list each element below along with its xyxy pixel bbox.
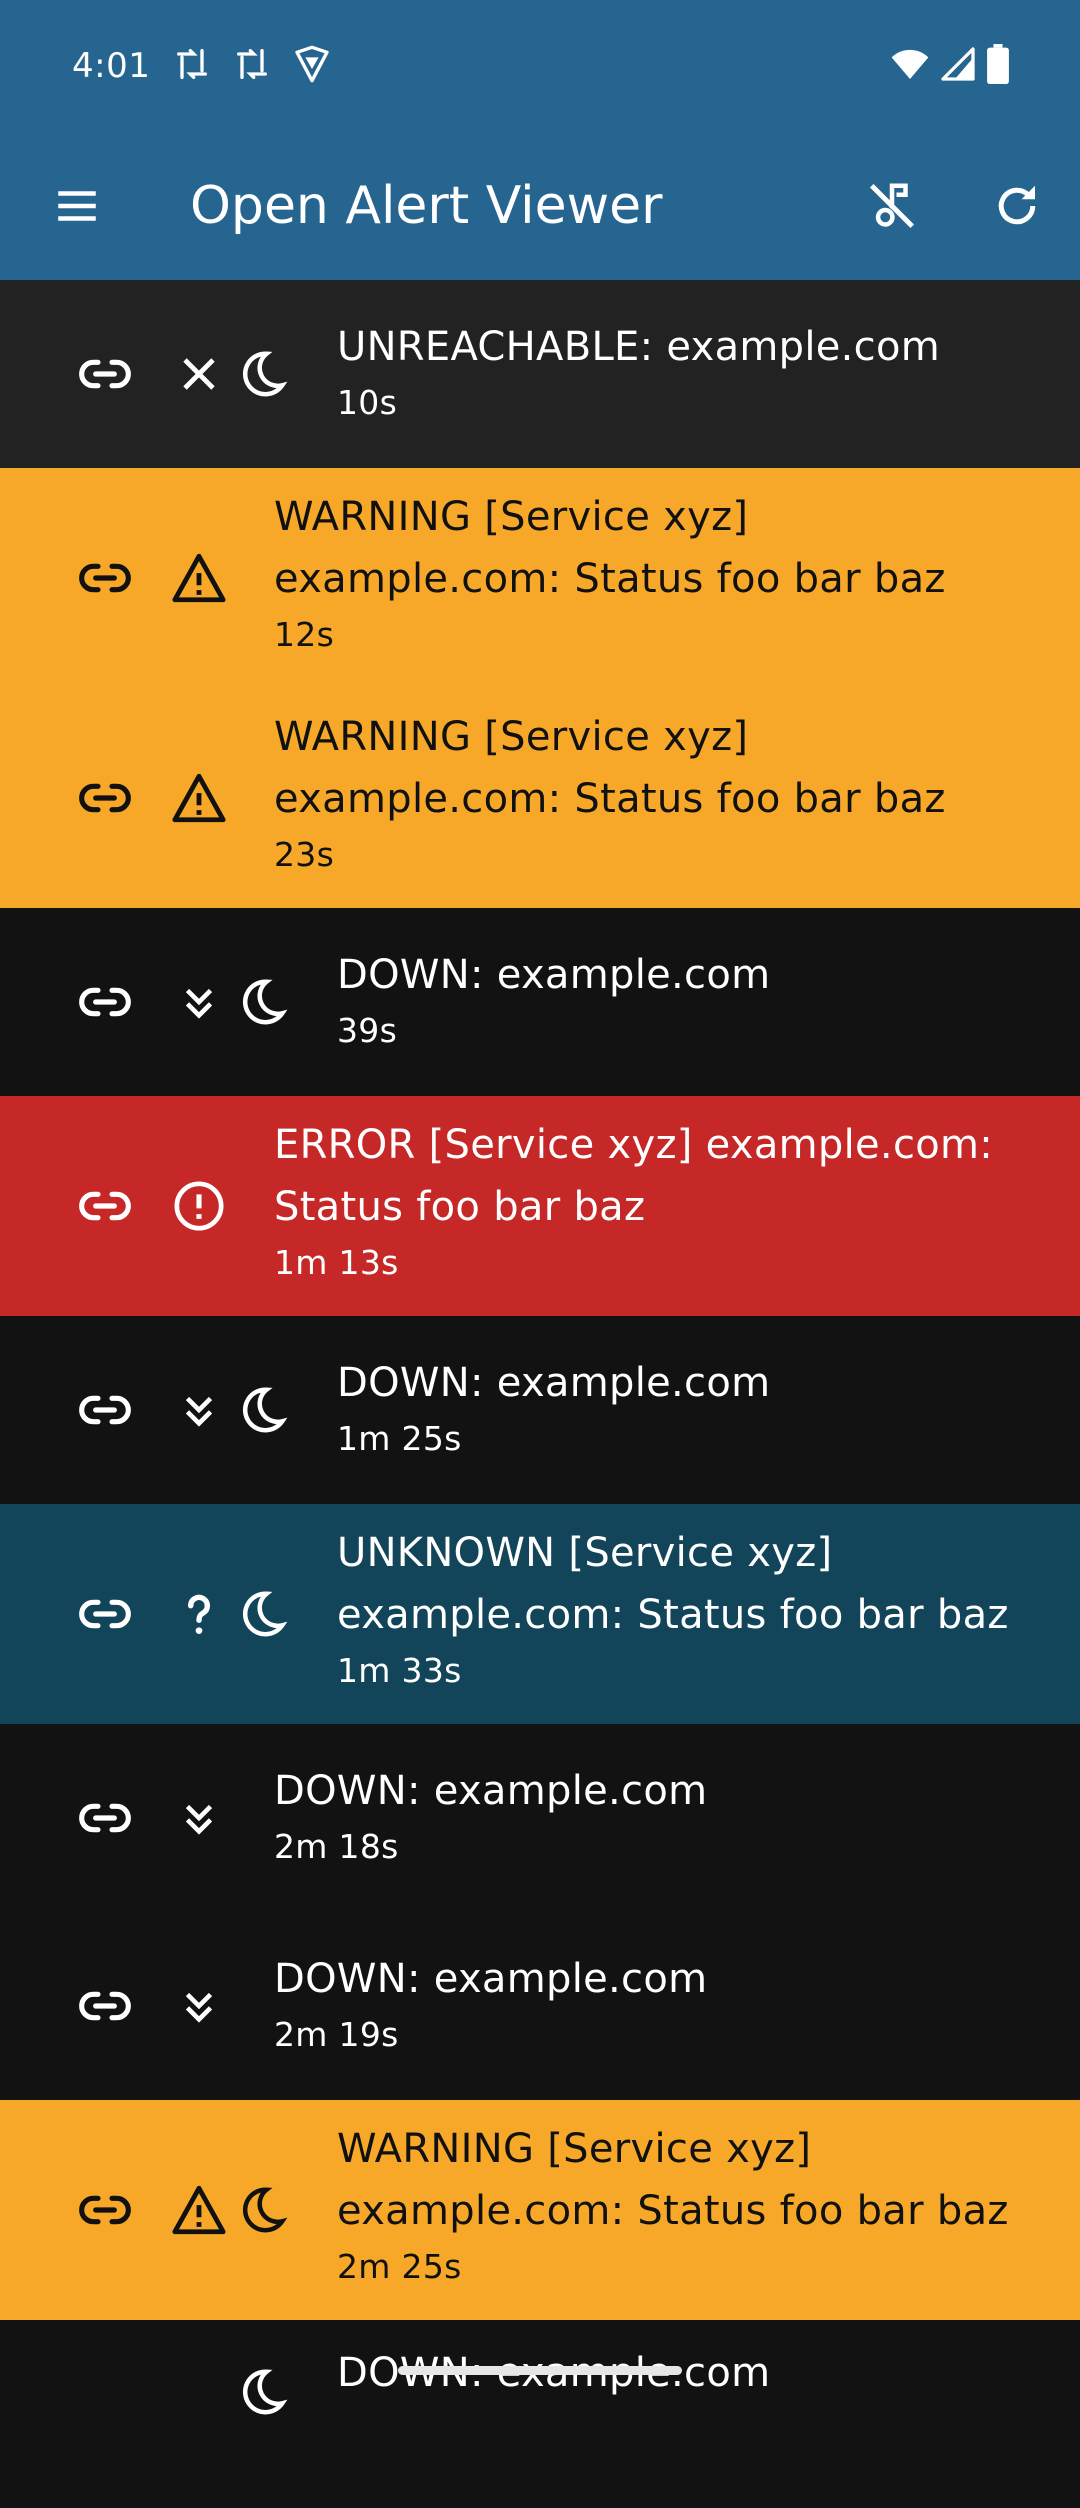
alert-text: DOWN: example.com 2m 18s	[274, 1760, 1040, 1872]
link-icon[interactable]	[75, 2180, 135, 2240]
alert-message: DOWN: example.com	[337, 1360, 771, 1406]
error-circle-icon	[167, 1174, 231, 1238]
alert-text: DOWN: example.com 1m 25s	[337, 1352, 1040, 1464]
alert-text: WARNING [Service xyz] example.com: Statu…	[274, 706, 1040, 880]
alert-row-warning[interactable]: WARNING [Service xyz] example.com: Statu…	[0, 468, 1080, 688]
alert-message: DOWN: example.com	[274, 1768, 708, 1814]
music-off-icon	[869, 183, 915, 229]
alert-message-line: example.com: Status foo bar baz	[274, 776, 946, 822]
alert-age: 23s	[274, 835, 335, 874]
alert-message-line: WARNING [Service xyz]	[274, 714, 749, 760]
warning-icon	[167, 2178, 231, 2242]
home-indicator[interactable]	[398, 2366, 682, 2375]
link-icon[interactable]	[75, 972, 135, 1032]
warning-icon	[167, 766, 231, 830]
alert-text: UNKNOWN [Service xyz] example.com: Statu…	[337, 1522, 1040, 1696]
alert-message-line: Status foo bar baz	[274, 1184, 646, 1230]
alert-row-warning[interactable]: WARNING [Service xyz] example.com: Statu…	[0, 2100, 1080, 2320]
alert-age: 1m 13s	[274, 1243, 399, 1282]
link-icon[interactable]	[75, 1380, 135, 1440]
alert-row-down[interactable]: DOWN: example.com 39s	[0, 908, 1080, 1096]
alert-row-down[interactable]: DOWN: example.com 2m 19s	[0, 1912, 1080, 2100]
alert-message-line: WARNING [Service xyz]	[274, 494, 749, 540]
moon-icon	[230, 970, 294, 1034]
alert-row-down[interactable]: DOWN: example.com 1m 25s	[0, 1316, 1080, 1504]
alert-age: 2m 18s	[274, 1827, 399, 1866]
alert-row-unknown[interactable]: UNKNOWN [Service xyz] example.com: Statu…	[0, 1504, 1080, 1724]
alert-age: 39s	[337, 1011, 398, 1050]
alert-text: WARNING [Service xyz] example.com: Statu…	[274, 486, 1040, 660]
alert-age: 1m 33s	[337, 1651, 462, 1690]
link-icon[interactable]	[75, 344, 135, 404]
link-icon[interactable]	[75, 1584, 135, 1644]
alert-age: 2m 19s	[274, 2015, 399, 2054]
menu-icon	[58, 191, 96, 221]
alert-age: 2m 25s	[337, 2247, 462, 2286]
link-icon[interactable]	[75, 1176, 135, 1236]
alert-row-down[interactable]: DOWN: example.com	[0, 2320, 1080, 2508]
alert-row-error[interactable]: ERROR [Service xyz] example.com: Status …	[0, 1096, 1080, 1316]
double-chevron-down-icon	[167, 1378, 231, 1442]
app-bar: Open Alert Viewer	[0, 132, 1080, 280]
alert-age: 10s	[337, 383, 398, 422]
alert-row-down[interactable]: DOWN: example.com 2m 18s	[0, 1724, 1080, 1912]
alert-message: UNREACHABLE: example.com	[337, 324, 941, 370]
menu-button[interactable]	[40, 169, 114, 243]
alert-age: 12s	[274, 615, 335, 654]
alert-message-line: example.com: Status foo bar baz	[337, 2188, 1009, 2234]
alert-message: DOWN: example.com	[274, 1956, 708, 2002]
moon-icon	[230, 1378, 294, 1442]
status-icons-right	[890, 44, 1010, 88]
alert-text: WARNING [Service xyz] example.com: Statu…	[337, 2118, 1040, 2292]
alert-message-line: example.com: Status foo bar baz	[274, 556, 946, 602]
alert-text: DOWN: example.com 39s	[337, 944, 1040, 1056]
alert-message-line: example.com: Status foo bar baz	[337, 1592, 1009, 1638]
refresh-button[interactable]	[980, 169, 1054, 243]
link-icon[interactable]	[75, 1788, 135, 1848]
signal-icon	[940, 46, 976, 86]
refresh-icon	[998, 185, 1036, 225]
status-bar: 4:01	[0, 0, 1080, 132]
alert-row-unreachable[interactable]: UNREACHABLE: example.com 10s	[0, 280, 1080, 468]
alert-text: DOWN: example.com 2m 19s	[274, 1948, 1040, 2060]
question-icon	[167, 1582, 231, 1646]
alert-message: DOWN: example.com	[337, 952, 771, 998]
alert-message-line: WARNING [Service xyz]	[337, 2126, 812, 2172]
sync-icon	[172, 44, 212, 88]
link-icon[interactable]	[75, 548, 135, 608]
alert-message-line: ERROR [Service xyz] example.com:	[274, 1122, 994, 1168]
alert-age: 1m 25s	[337, 1419, 462, 1458]
link-icon[interactable]	[75, 768, 135, 828]
link-icon[interactable]	[75, 1976, 135, 2036]
warning-icon	[167, 546, 231, 610]
moon-icon	[230, 1582, 294, 1646]
vpn-shield-icon	[292, 44, 332, 88]
moon-icon	[230, 2178, 294, 2242]
app-title: Open Alert Viewer	[190, 176, 663, 236]
alert-row-warning[interactable]: WARNING [Service xyz] example.com: Statu…	[0, 688, 1080, 908]
alert-message-line: UNKNOWN [Service xyz]	[337, 1530, 833, 1576]
alert-text: ERROR [Service xyz] example.com: Status …	[274, 1114, 1040, 1288]
double-chevron-down-icon	[167, 1974, 231, 2038]
alert-text: UNREACHABLE: example.com 10s	[337, 316, 1040, 428]
alert-list: UNREACHABLE: example.com 10s WARNING [Se…	[0, 280, 1080, 2508]
moon-icon	[230, 2360, 294, 2424]
double-chevron-down-icon	[167, 970, 231, 1034]
battery-icon	[986, 44, 1010, 88]
status-icons-left	[172, 44, 332, 88]
close-icon	[167, 342, 231, 406]
status-time: 4:01	[72, 46, 151, 86]
wifi-icon	[890, 44, 930, 88]
mute-notifications-button[interactable]	[855, 169, 929, 243]
moon-icon	[230, 342, 294, 406]
sync-icon	[232, 44, 272, 88]
double-chevron-down-icon	[167, 1786, 231, 1850]
